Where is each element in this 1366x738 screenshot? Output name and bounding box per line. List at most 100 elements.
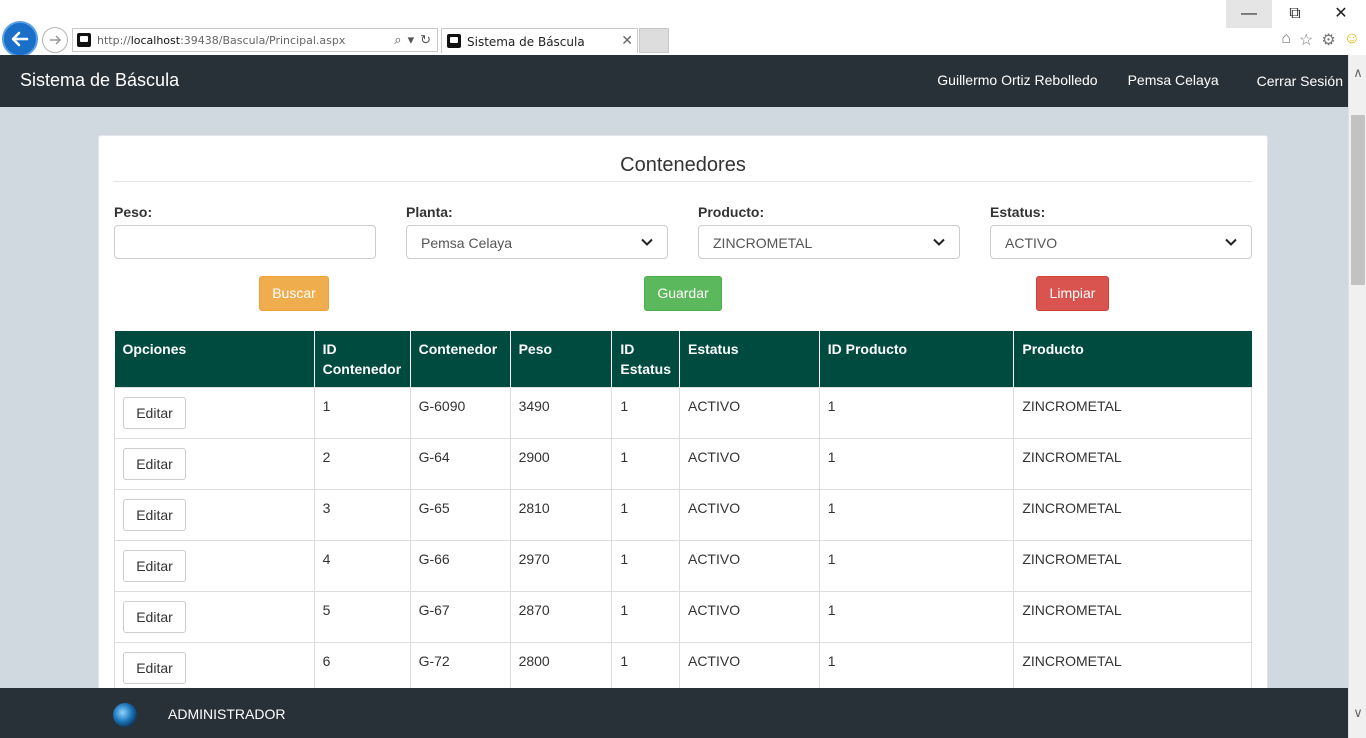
tab-close-icon[interactable]: ✕: [621, 32, 633, 49]
tab-title: Sistema de Báscula: [467, 35, 585, 49]
search-button[interactable]: Buscar: [259, 276, 329, 311]
cell-producto: ZINCROMETAL: [1013, 540, 1252, 592]
planta-selected-value: Pemsa Celaya: [421, 235, 513, 251]
page-scrollbar[interactable]: ∧ ∨: [1348, 55, 1366, 738]
cell-estatus: ACTIVO: [679, 489, 820, 541]
cell-producto: ZINCROMETAL: [1013, 591, 1252, 643]
new-tab-button[interactable]: [639, 28, 669, 53]
minimize-button[interactable]: —: [1226, 0, 1272, 28]
cell-peso: 2870: [510, 591, 613, 643]
edit-button[interactable]: Editar: [123, 397, 186, 429]
column-header: ID Estatus: [611, 331, 680, 388]
cell-id: 4: [314, 540, 411, 592]
globe-icon: [113, 703, 137, 727]
app-navbar: Sistema de Báscula Guillermo Ortiz Rebol…: [0, 55, 1348, 107]
forward-button[interactable]: [42, 27, 68, 53]
planta-select[interactable]: Pemsa Celaya: [406, 225, 668, 259]
app-footer: ADMINISTRADOR: [0, 688, 1348, 738]
cell-peso: 2810: [510, 489, 613, 541]
containers-card: Contenedores Peso: Planta: Pemsa Celaya …: [98, 135, 1268, 705]
cell-peso: 2970: [510, 540, 613, 592]
browser-tab[interactable]: Sistema de Báscula ✕: [441, 28, 638, 53]
cell-id-producto: 1: [819, 489, 1015, 541]
peso-field-group: Peso:: [114, 204, 376, 259]
cell-id-estatus: 1: [611, 489, 680, 541]
peso-label: Peso:: [114, 204, 153, 220]
back-button[interactable]: [2, 21, 38, 57]
column-header: Estatus: [679, 331, 820, 388]
edit-button[interactable]: Editar: [123, 499, 186, 531]
cell-id-estatus: 1: [611, 642, 680, 694]
cell-peso: 2800: [510, 642, 613, 694]
producto-label: Producto:: [698, 204, 765, 220]
search-icon[interactable]: ⌕: [394, 32, 401, 48]
cell-id: 2: [314, 438, 411, 490]
cell-contenedor: G-64: [410, 438, 511, 490]
cell-id-estatus: 1: [611, 591, 680, 643]
table-header-row: Opciones ID Contenedor Contenedor Peso I…: [114, 331, 1252, 388]
cell-contenedor: G-72: [410, 642, 511, 694]
page-title: Contenedores: [620, 154, 746, 176]
star-icon[interactable]: ☆: [1299, 30, 1313, 50]
cell-contenedor: G-66: [410, 540, 511, 592]
chevron-down-icon: [933, 238, 945, 246]
estatus-select[interactable]: ACTIVO: [990, 225, 1252, 259]
home-icon[interactable]: ⌂: [1281, 30, 1291, 50]
edit-button[interactable]: Editar: [123, 448, 186, 480]
save-button[interactable]: Guardar: [644, 276, 722, 311]
edit-button[interactable]: Editar: [123, 550, 186, 582]
table-row: Editar 2 G-64 2900 1 ACTIVO 1 ZINCROMETA…: [114, 438, 1252, 490]
site-favicon-icon: [77, 33, 91, 47]
cell-estatus: ACTIVO: [679, 438, 820, 490]
cell-id-producto: 1: [819, 438, 1015, 490]
app-brand[interactable]: Sistema de Báscula: [20, 70, 179, 91]
producto-select[interactable]: ZINCROMETAL: [698, 225, 960, 259]
address-url: http://localhost:39438/Bascula/Principal…: [97, 34, 346, 47]
cell-producto: ZINCROMETAL: [1013, 387, 1252, 439]
cell-estatus: ACTIVO: [679, 591, 820, 643]
arrow-right-icon: [50, 35, 62, 45]
estatus-label: Estatus:: [990, 204, 1046, 220]
producto-field-group: Producto: ZINCROMETAL: [698, 204, 960, 259]
address-bar[interactable]: http://localhost:39438/Bascula/Principal…: [72, 28, 438, 52]
peso-input[interactable]: [114, 225, 376, 259]
scroll-thumb[interactable]: [1351, 115, 1365, 285]
cell-estatus: ACTIVO: [679, 387, 820, 439]
gear-icon[interactable]: ⚙: [1321, 30, 1335, 50]
column-header: ID Producto: [819, 331, 1015, 388]
cell-id-producto: 1: [819, 540, 1015, 592]
column-header: Peso: [510, 331, 613, 388]
scroll-down-icon[interactable]: ∨: [1349, 705, 1366, 725]
cell-estatus: ACTIVO: [679, 540, 820, 592]
cell-id-estatus: 1: [611, 540, 680, 592]
browser-chrome: http://localhost:39438/Bascula/Principal…: [0, 0, 1366, 57]
clear-button[interactable]: Limpiar: [1036, 276, 1109, 311]
edit-button[interactable]: Editar: [123, 601, 186, 633]
user-name-link[interactable]: Guillermo Ortiz Rebolledo: [937, 72, 1097, 89]
chevron-down-icon[interactable]: ▾: [408, 32, 415, 48]
cell-contenedor: G-6090: [410, 387, 511, 439]
producto-selected-value: ZINCROMETAL: [713, 235, 813, 251]
restore-button[interactable]: ⧉: [1272, 0, 1318, 28]
table-row: Editar 4 G-66 2970 1 ACTIVO 1 ZINCROMETA…: [114, 540, 1252, 592]
column-header: Contenedor: [410, 331, 511, 388]
title-divider: [114, 181, 1252, 182]
scroll-up-icon[interactable]: ∧: [1349, 65, 1366, 85]
logout-link[interactable]: Cerrar Sesión: [1257, 72, 1343, 89]
cell-id: 5: [314, 591, 411, 643]
cell-id-producto: 1: [819, 387, 1015, 439]
cell-estatus: ACTIVO: [679, 642, 820, 694]
table-row: Editar 6 G-72 2800 1 ACTIVO 1 ZINCROMETA…: [114, 642, 1252, 694]
column-header: ID Contenedor: [314, 331, 411, 388]
estatus-selected-value: ACTIVO: [1005, 235, 1058, 251]
plant-link[interactable]: Pemsa Celaya: [1128, 72, 1219, 89]
cell-contenedor: G-67: [410, 591, 511, 643]
close-window-button[interactable]: ✕: [1318, 0, 1364, 28]
cell-id: 1: [314, 387, 411, 439]
edit-button[interactable]: Editar: [123, 652, 186, 684]
cell-id-producto: 1: [819, 642, 1015, 694]
smiley-icon[interactable]: ☺: [1344, 30, 1360, 50]
cell-id-estatus: 1: [611, 438, 680, 490]
table-row: Editar 1 G-6090 3490 1 ACTIVO 1 ZINCROME…: [114, 387, 1252, 439]
refresh-icon[interactable]: ↻: [420, 32, 431, 48]
